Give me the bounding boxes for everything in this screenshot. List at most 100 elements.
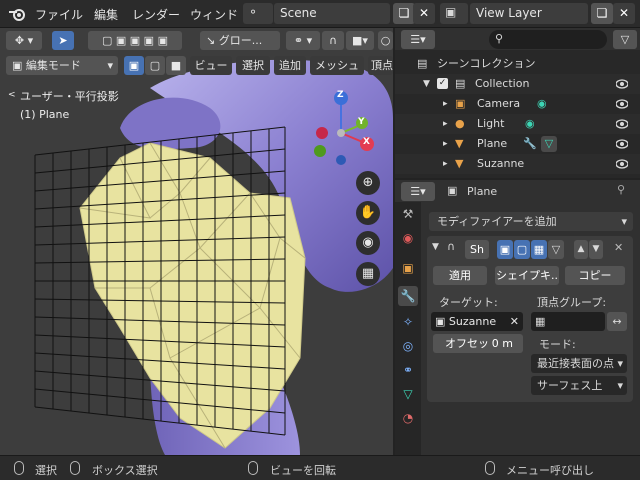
add-modifier-dropdown[interactable]: モディファイアーを追加 ▾ [429, 212, 633, 231]
face-select-button[interactable]: ■ [166, 56, 186, 75]
delete-view-layer-button[interactable]: ✕ [613, 3, 635, 24]
scene-name-field[interactable]: Scene [274, 3, 390, 24]
menu-mesh[interactable]: メッシュ [310, 56, 364, 75]
checkbox-icon[interactable]: ✓ [437, 78, 448, 89]
vertex-select-button[interactable]: ▣ [124, 56, 144, 75]
material-tab-icon[interactable]: ◔ [398, 408, 418, 428]
tool-tab-icon[interactable]: ⚒ [398, 204, 418, 224]
ortho-grid-icon[interactable]: ▦ [356, 262, 380, 286]
expand-arrow-icon[interactable]: ▸ [443, 154, 448, 174]
menu-window[interactable]: ウィンド [190, 6, 238, 23]
object-tab-icon[interactable]: ▣ [398, 258, 418, 278]
close-icon[interactable]: ✕ [614, 241, 623, 254]
gizmo-x-label[interactable]: X [363, 137, 370, 147]
select-mode-buttons[interactable]: ▢ ▣ ▣ ▣ ▣ [88, 31, 182, 50]
outliner-item-light[interactable]: ▸ ● Light ◉ [395, 114, 640, 134]
vertex-group-field[interactable]: ▦ [531, 312, 605, 331]
proportional-edit-button[interactable]: ○ [378, 31, 393, 50]
display-viewport-icon[interactable]: ▢ [514, 240, 530, 259]
clear-icon[interactable]: ✕ [510, 312, 519, 331]
snap-mode-value: サーフェス上 [537, 379, 603, 392]
outliner-item-camera[interactable]: ▸ ▣ Camera ◉ [395, 94, 640, 114]
pan-hand-icon[interactable]: ✋ [356, 201, 380, 225]
wrench-icon[interactable]: 🔧 [523, 134, 537, 154]
filter-icon[interactable]: ▽ [613, 30, 637, 49]
expand-arrow-icon[interactable]: ▸ [443, 114, 448, 134]
toolbar-toggle-icon[interactable]: < [8, 90, 16, 100]
outliner-item-suzanne[interactable]: ▸ ▼ Suzanne [395, 154, 640, 174]
snap-button[interactable]: ∩ [322, 31, 344, 50]
wrap-method-dropdown[interactable]: 最近接表面の点 ▾ [531, 354, 627, 373]
on-cage-icon[interactable]: ▽ [548, 240, 564, 259]
chevron-down-icon: ▾ [617, 379, 623, 392]
zoom-icon[interactable]: ⊕ [356, 171, 380, 195]
move-up-icon[interactable]: ▲ [574, 240, 588, 259]
pin-icon[interactable]: ⚲ [617, 183, 625, 196]
scene-tab-icon[interactable]: ◉ [398, 228, 418, 248]
target-field[interactable]: ▣ Suzanne ✕ [431, 312, 523, 331]
edit-mode-display-icon[interactable]: ▦ [531, 240, 547, 259]
physics-tab-icon[interactable]: ◎ [398, 336, 418, 356]
expand-arrow-icon[interactable]: ▸ [443, 94, 448, 114]
collapse-arrow-icon[interactable]: ▼ [432, 242, 439, 252]
outliner-editor-type-button[interactable]: ☰▾ [401, 30, 435, 49]
snap-target-button[interactable]: ■▾ [346, 31, 374, 50]
menu-select[interactable]: 選択 [236, 56, 270, 75]
expand-arrow-icon[interactable]: ▼ [423, 74, 430, 94]
modifier-tab-icon[interactable]: 🔧 [398, 286, 418, 306]
gizmo-z-label[interactable]: Z [337, 90, 344, 100]
editor-type-button[interactable]: ✥ ▾ [6, 31, 42, 50]
copy-button[interactable]: コピー [565, 266, 625, 285]
eye-icon[interactable] [616, 118, 628, 130]
outliner-scene-collection[interactable]: ▤ シーンコレクション [395, 54, 640, 74]
eye-icon[interactable] [616, 158, 628, 170]
blender-logo-icon[interactable] [8, 6, 26, 22]
menu-render[interactable]: レンダー [132, 6, 180, 23]
view-layer-selector[interactable]: ▣ [440, 3, 468, 24]
mouse-drag-icon [248, 461, 258, 475]
eye-icon[interactable] [616, 78, 628, 90]
outliner-item-plane[interactable]: ▸ ▼ Plane 🔧 ▽ [395, 134, 640, 154]
shape-key-button[interactable]: シェイプキ.. [495, 266, 559, 285]
menu-add[interactable]: 追加 [274, 56, 306, 75]
menu-view[interactable]: ビュー [190, 56, 232, 75]
view-layer-name-field[interactable]: View Layer [470, 3, 588, 24]
camera-data-icon[interactable]: ◉ [537, 94, 547, 114]
move-down-icon[interactable]: ▼ [589, 240, 603, 259]
constraints-tab-icon[interactable]: ⚭ [398, 360, 418, 380]
light-data-icon[interactable]: ◉ [525, 114, 535, 134]
modifier-name-field[interactable]: Sh [465, 240, 489, 259]
data-tab-icon[interactable]: ▽ [398, 384, 418, 404]
pivot-point-button[interactable]: ⚭ ▾ [286, 31, 320, 50]
invert-vertex-group-icon[interactable]: ↔ [607, 312, 627, 331]
scene-selector[interactable]: ⚬ [243, 3, 273, 24]
new-view-layer-button[interactable]: ❏ [591, 3, 613, 24]
camera-icon: ▣ [455, 97, 466, 110]
apply-button[interactable]: 適用 [433, 266, 487, 285]
camera-view-icon[interactable]: ◉ [356, 231, 380, 255]
eye-icon[interactable] [616, 138, 628, 150]
delete-scene-button[interactable]: ✕ [413, 3, 435, 24]
select-tool-button[interactable]: ➤ [52, 31, 74, 50]
vertex-group-icon: ▦ [535, 315, 546, 328]
edge-select-button[interactable]: ▢ [145, 56, 165, 75]
snap-mode-dropdown[interactable]: サーフェス上 ▾ [531, 376, 627, 395]
edit-cage-icon[interactable]: ▣ [497, 240, 513, 259]
offset-field[interactable]: オフセッ 0 m [433, 334, 523, 353]
mode-dropdown[interactable]: ▣ 編集モード ▾ [6, 56, 118, 75]
gizmo-y-label[interactable]: Y [358, 117, 365, 127]
menu-vertex[interactable]: 頂点 [368, 56, 393, 75]
3d-viewport[interactable]: Z Y X ✥ ▾ ➤ ▢ ▣ ▣ ▣ ▣ ↘ グロー... ⚭ ▾ ∩ ■▾ … [0, 28, 393, 455]
new-scene-button[interactable]: ❏ [393, 3, 415, 24]
outliner-item-collection[interactable]: ▼ ✓ ▤ Collection [395, 74, 640, 94]
menu-file[interactable]: ファイル [35, 6, 83, 23]
particles-tab-icon[interactable]: ✧ [398, 312, 418, 332]
menu-edit[interactable]: 編集 [94, 6, 118, 23]
chevron-down-icon: ▾ [107, 59, 113, 72]
mesh-data-icon[interactable]: ▽ [541, 136, 557, 152]
transform-orientation-dropdown[interactable]: ↘ グロー... [200, 31, 280, 50]
outliner-search-input[interactable]: ⚲ [489, 30, 607, 49]
eye-icon[interactable] [616, 98, 628, 110]
expand-arrow-icon[interactable]: ▸ [443, 134, 448, 154]
properties-editor-type-button[interactable]: ☰▾ [401, 182, 435, 201]
